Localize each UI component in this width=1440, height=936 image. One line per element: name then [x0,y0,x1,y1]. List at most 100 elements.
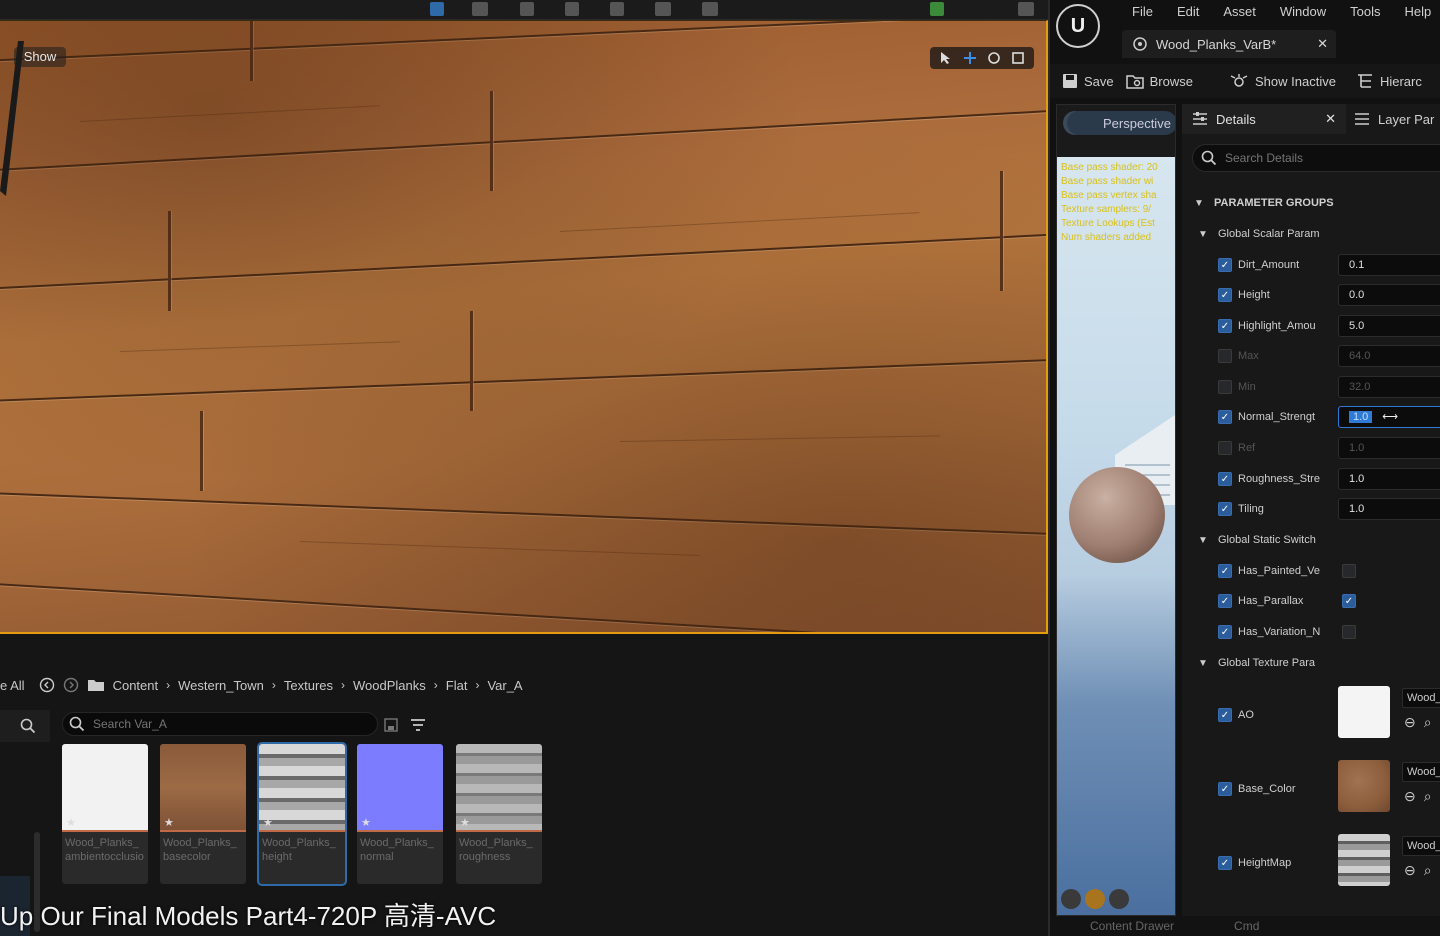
override-checkbox[interactable]: ✓ [1218,288,1232,302]
switch-value-checkbox[interactable] [1342,564,1356,578]
override-checkbox[interactable]: ✓ [1218,782,1232,796]
asset-tile-normal[interactable]: ★ Wood_Planks_ normal [357,744,443,884]
sphere-shape-button[interactable] [1085,889,1105,909]
details-tab[interactable]: Details ✕ [1182,104,1346,134]
override-checkbox[interactable]: ✓ [1218,856,1232,870]
select-mode-icon[interactable] [430,2,444,16]
details-search[interactable] [1192,144,1440,172]
fracture-icon[interactable] [610,2,624,16]
plane-shape-button[interactable] [1109,889,1129,909]
override-checkbox[interactable]: ✓ [1218,410,1232,424]
foliage-mode-icon[interactable] [520,2,534,16]
history-forward-icon[interactable] [63,677,79,693]
breadcrumb-flat[interactable]: Flat [446,678,468,693]
param-value-editing[interactable]: 1.0 ⟷ [1338,406,1440,428]
menu-window[interactable]: Window [1280,4,1326,20]
browse-asset-icon[interactable]: ⌕ [1424,862,1432,879]
content-drawer-button[interactable]: Content Drawer [1090,919,1174,933]
menu-file[interactable]: File [1132,4,1153,20]
switch-group-header[interactable]: ▼ Global Static Switch [1182,525,1440,555]
asset-tile-roughness[interactable]: ★ Wood_Planks_ roughness [456,744,542,884]
close-icon[interactable]: ✕ [1317,36,1328,52]
browse-asset-icon[interactable]: ⌕ [1424,788,1432,805]
use-selected-icon[interactable]: ⊖ [1404,788,1416,805]
rotate-icon[interactable] [987,51,1001,65]
breadcrumb-content[interactable]: Content [113,678,159,693]
override-checkbox[interactable] [1218,380,1232,394]
favorite-star-icon[interactable]: ★ [263,816,273,829]
texture-thumbnail-ao[interactable] [1338,686,1390,738]
scalar-group-header[interactable]: ▼ Global Scalar Param [1182,219,1440,249]
breadcrumb-textures[interactable]: Textures [284,678,333,693]
texture-thumbnail-heightmap[interactable] [1338,834,1390,886]
asset-tile-ao[interactable]: ★ Wood_Planks_ ambientocclusio [62,744,148,884]
details-search-field[interactable] [1225,151,1425,165]
switch-value-checkbox[interactable]: ✓ [1342,594,1356,608]
breadcrumb-var-a[interactable]: Var_A [487,678,522,693]
save-search-icon[interactable] [384,718,398,732]
scale-icon[interactable] [1011,51,1025,65]
document-tab[interactable]: Wood_Planks_VarB* ✕ [1122,30,1336,58]
settings-icon[interactable] [1018,2,1034,16]
asset-search-field[interactable] [93,717,363,731]
mesh-paint-icon[interactable] [565,2,579,16]
history-back-icon[interactable] [39,677,55,693]
menu-help[interactable]: Help [1404,4,1431,20]
param-value[interactable]: 1.0 [1338,468,1440,490]
override-checkbox[interactable]: ✓ [1218,564,1232,578]
texture-group-header[interactable]: ▼ Global Texture Para [1182,648,1440,678]
layer-parameters-tab[interactable]: Layer Par [1354,104,1440,134]
translate-icon[interactable] [963,51,977,65]
browse-asset-icon[interactable]: ⌕ [1424,714,1432,731]
material-preview-viewport[interactable]: Perspective Base pass shader: 20 Base pa… [1056,104,1176,916]
landscape-mode-icon[interactable] [472,2,488,16]
texture-asset-picker[interactable]: Wood_ [1402,762,1440,782]
perspective-button[interactable]: Perspective [1067,111,1175,135]
breadcrumb-woodplanks[interactable]: WoodPlanks [353,678,426,693]
override-checkbox[interactable] [1218,349,1232,363]
use-selected-icon[interactable]: ⊖ [1404,714,1416,731]
menu-asset[interactable]: Asset [1223,4,1256,20]
param-value[interactable]: 1.0 [1338,498,1440,520]
param-value[interactable]: 1.0 [1338,437,1440,459]
level-viewport[interactable]: Show [0,20,1048,634]
menu-edit[interactable]: Edit [1177,4,1199,20]
cmd-button[interactable]: Cmd [1234,919,1259,933]
breadcrumb-western-town[interactable]: Western_Town [178,678,264,693]
parameter-groups-header[interactable]: ▼ PARAMETER GROUPS [1182,188,1440,218]
param-value[interactable]: 32.0 [1338,376,1440,398]
favorite-star-icon[interactable]: ★ [460,816,470,829]
override-checkbox[interactable]: ✓ [1218,319,1232,333]
select-all-label[interactable]: e All [0,678,25,693]
override-checkbox[interactable]: ✓ [1218,258,1232,272]
param-value[interactable]: 0.1 [1338,254,1440,276]
texture-asset-picker[interactable]: Wood_ [1402,688,1440,708]
param-value[interactable]: 5.0 [1338,315,1440,337]
folder-search[interactable] [0,710,50,742]
switch-value-checkbox[interactable] [1342,625,1356,639]
favorite-star-icon[interactable]: ★ [66,816,76,829]
override-checkbox[interactable]: ✓ [1218,472,1232,486]
cylinder-shape-button[interactable] [1061,889,1081,909]
texture-asset-picker[interactable]: Wood_ [1402,836,1440,856]
override-checkbox[interactable]: ✓ [1218,594,1232,608]
animation-mode-icon[interactable] [702,2,718,16]
play-icon[interactable] [930,2,944,16]
use-selected-icon[interactable]: ⊖ [1404,862,1416,879]
brush-edit-icon[interactable] [655,2,671,16]
show-inactive-button[interactable]: Show Inactive [1229,73,1336,89]
asset-search-input[interactable] [62,712,378,736]
override-checkbox[interactable]: ✓ [1218,502,1232,516]
show-button[interactable]: Show [14,47,66,67]
override-checkbox[interactable] [1218,441,1232,455]
hierarchy-button[interactable]: Hierarc [1356,73,1422,89]
browse-button[interactable]: Browse [1125,73,1193,89]
menu-tools[interactable]: Tools [1350,4,1380,20]
asset-tile-height[interactable]: ★ Wood_Planks_ height [257,742,347,886]
param-value[interactable]: 64.0 [1338,345,1440,367]
param-value[interactable]: 0.0 [1338,284,1440,306]
favorite-star-icon[interactable]: ★ [361,816,371,829]
close-icon[interactable]: ✕ [1325,111,1336,127]
favorite-star-icon[interactable]: ★ [164,816,174,829]
texture-thumbnail-basecolor[interactable] [1338,760,1390,812]
